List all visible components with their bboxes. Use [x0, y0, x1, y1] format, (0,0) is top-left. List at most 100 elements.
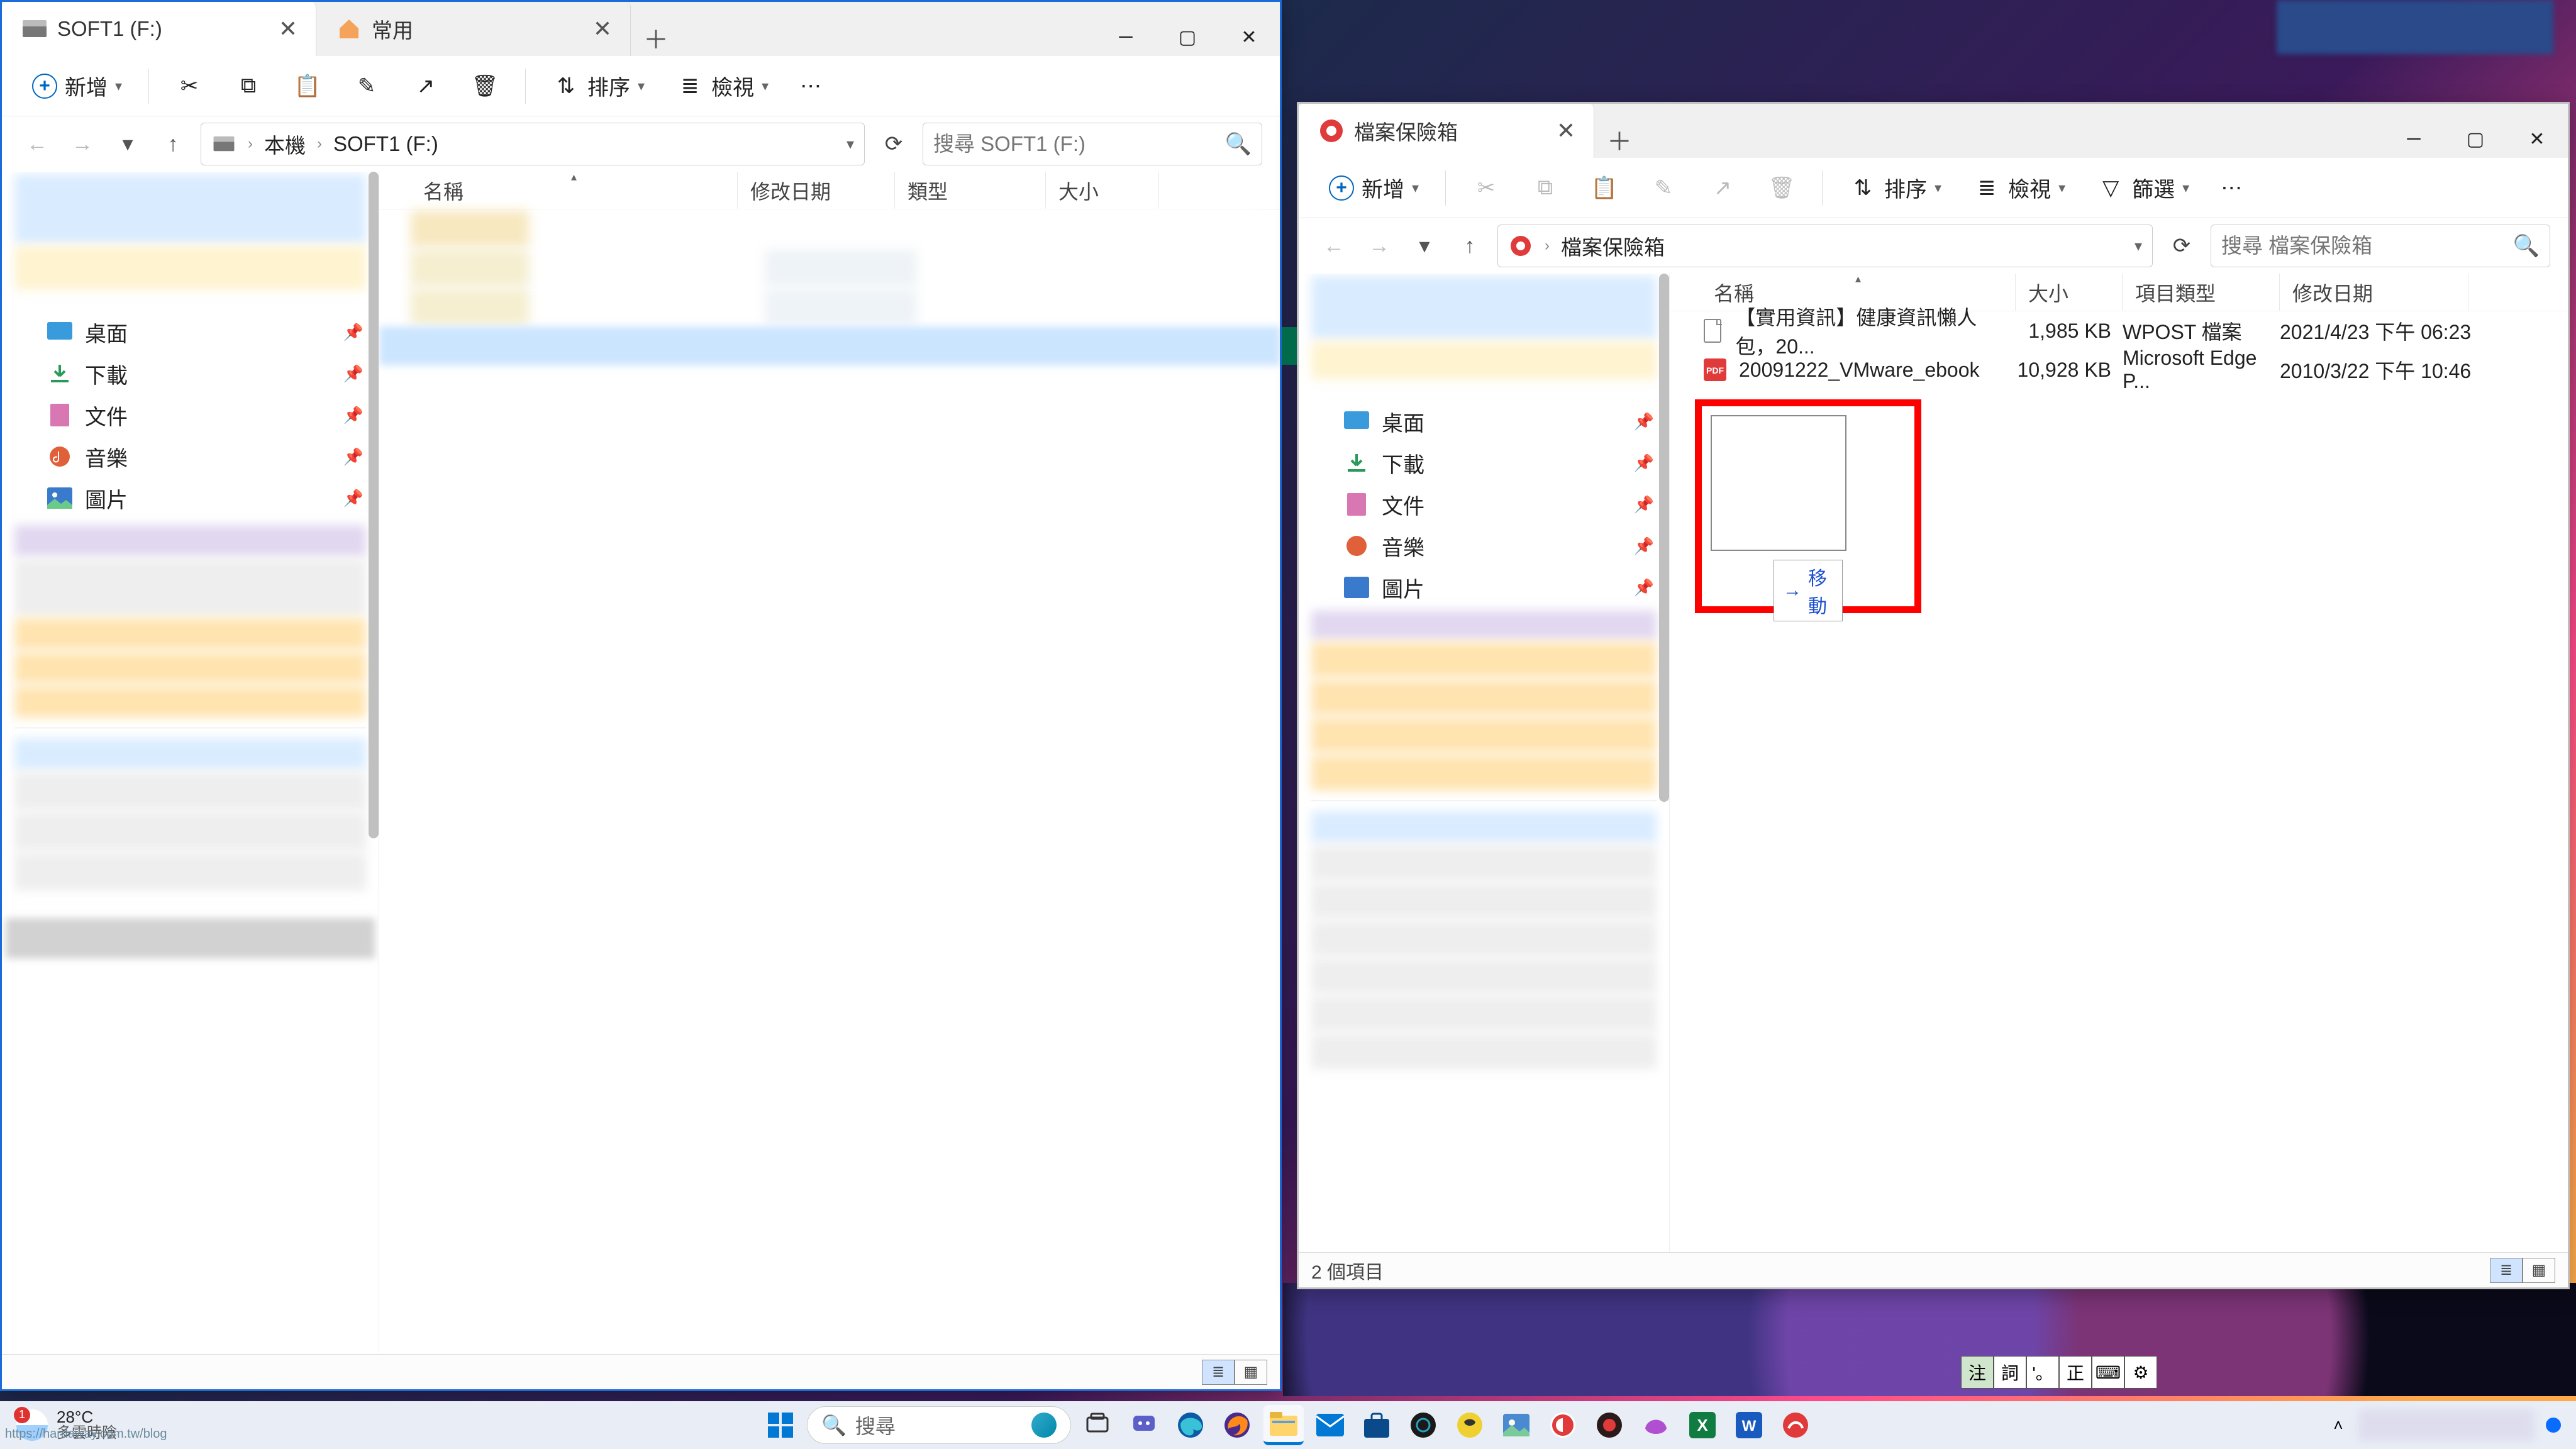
app-photos[interactable] [1496, 1405, 1536, 1445]
taskbar[interactable]: 28°C 多雲時陰 https://hardaway.com.tw/blog 🔍… [0, 1401, 2576, 1449]
system-tray[interactable]: ˄ [2322, 1409, 2576, 1441]
new-button[interactable]: + 新增 ▾ [19, 64, 135, 108]
breadcrumb-root[interactable]: 檔案保險箱 [1561, 231, 1665, 261]
file-row-blurred[interactable] [411, 289, 1255, 325]
col-type[interactable]: 類型 [895, 172, 1046, 209]
forward-button[interactable]: → [65, 126, 100, 162]
tray-overflow-button[interactable]: ˄ [2322, 1409, 2355, 1441]
app-generic-5[interactable] [1636, 1405, 1676, 1445]
nav-documents[interactable]: 文件 📌 [2, 394, 379, 436]
paste-button[interactable]: 📋 [281, 66, 334, 106]
more-button[interactable]: ⋯ [2208, 169, 2255, 207]
file-list[interactable]: 名稱▴ 修改日期 類型 大小 [379, 172, 1280, 1354]
nav-documents[interactable]: 文件 📌 [1299, 484, 1669, 525]
forward-button[interactable]: → [1362, 228, 1397, 264]
col-size[interactable]: 大小 [1046, 172, 1159, 209]
file-list[interactable]: 名稱▴ 大小 項目類型 修改日期 【實用資訊】健康資訊懶人包，20... 1,9… [1670, 274, 2568, 1252]
pin-icon[interactable]: 📌 [1634, 453, 1654, 473]
copy-button[interactable]: ⧉ [1519, 168, 1572, 208]
address-bar[interactable]: › 檔案保險箱 ▾ [1497, 225, 2153, 267]
navigation-pane[interactable]: 桌面 📌 下載 📌 文件 📌 音樂 📌 圖片 📌 [2, 172, 379, 1354]
nav-pictures[interactable]: 圖片 📌 [1299, 567, 1669, 608]
tab-soft1[interactable]: SOFT1 (F:) ✕ [2, 2, 316, 56]
minimize-button[interactable]: ─ [2383, 120, 2445, 158]
tray-notification-dot[interactable] [2546, 1418, 2561, 1433]
file-row-blurred[interactable] [411, 211, 1255, 247]
filter-button[interactable]: ▽ 篩選 ▾ [2084, 166, 2202, 209]
col-name[interactable]: 名稱▴ [1701, 274, 2016, 311]
maximize-button[interactable]: ▢ [2445, 120, 2506, 158]
share-button[interactable]: ↗ [399, 66, 452, 106]
ime-keyboard-button[interactable]: ⌨ [2092, 1356, 2124, 1389]
file-row-blurred[interactable] [411, 250, 1255, 286]
sort-button[interactable]: ⇅ 排序 ▾ [540, 64, 657, 108]
pin-icon[interactable]: 📌 [343, 406, 364, 425]
close-icon[interactable]: ✕ [275, 16, 301, 42]
nav-pictures[interactable]: 圖片 📌 [2, 477, 379, 519]
ime-toolbar[interactable]: 注 詞 '。 正 ⌨ ⚙ [1961, 1356, 2157, 1389]
pin-icon[interactable]: 📌 [343, 447, 364, 467]
col-itemtype[interactable]: 項目類型 [2123, 274, 2280, 311]
new-button[interactable]: + 新增 ▾ [1316, 166, 1431, 209]
app-word[interactable]: W [1729, 1405, 1769, 1445]
delete-button[interactable]: 🗑 [458, 66, 511, 106]
view-icons-button[interactable]: ▦ [2523, 1258, 2555, 1283]
rename-button[interactable]: ✎ [1637, 168, 1690, 208]
pin-icon[interactable]: 📌 [1634, 495, 1654, 514]
col-date[interactable]: 修改日期 [2280, 274, 2468, 311]
up-button[interactable]: ↑ [1452, 228, 1487, 264]
breadcrumb-root[interactable]: 本機 [264, 129, 306, 159]
minimize-button[interactable]: ─ [1095, 18, 1157, 56]
refresh-button[interactable]: ⟳ [875, 125, 913, 163]
app-edge[interactable] [1170, 1405, 1211, 1445]
explorer-window-2[interactable]: 檔案保險箱 ✕ ＋ ─ ▢ ✕ + 新增 ▾ ✂ ⧉ 📋 ✎ ↗ 🗑 ⇅ 排序 … [1297, 102, 2570, 1289]
copy-button[interactable]: ⧉ [222, 66, 275, 106]
share-button[interactable]: ↗ [1696, 168, 1749, 208]
ime-settings-button[interactable]: ⚙ [2124, 1356, 2157, 1389]
pin-icon[interactable]: 📌 [1634, 536, 1654, 556]
delete-button[interactable]: 🗑 [1755, 168, 1808, 208]
up-button[interactable]: ↑ [155, 126, 191, 162]
nav-desktop[interactable]: 桌面 📌 [1299, 401, 1669, 442]
pin-icon[interactable]: 📌 [1634, 412, 1654, 431]
pin-icon[interactable]: 📌 [1634, 578, 1654, 597]
nav-music[interactable]: 音樂 📌 [2, 436, 379, 477]
search-box[interactable]: 🔍 [923, 123, 1262, 165]
explorer-window-1[interactable]: SOFT1 (F:) ✕ 常用 ✕ ＋ ─ ▢ ✕ + 新增 ▾ ✂ ⧉ 📋 ✎… [0, 0, 1282, 1391]
app-excel[interactable]: X [1682, 1405, 1723, 1445]
nav-music[interactable]: 音樂 📌 [1299, 525, 1669, 567]
more-button[interactable]: ⋯ [787, 67, 834, 105]
nav-downloads[interactable]: 下載 📌 [2, 353, 379, 394]
col-size[interactable]: 大小 [2016, 274, 2123, 311]
app-mail[interactable] [1310, 1405, 1350, 1445]
nav-desktop[interactable]: 桌面 📌 [2, 311, 379, 353]
pin-icon[interactable]: 📌 [343, 364, 364, 384]
sort-button[interactable]: ⇅ 排序 ▾ [1836, 166, 1954, 209]
taskview-button[interactable] [1077, 1405, 1118, 1445]
ime-btn[interactable]: 正 [2059, 1356, 2092, 1389]
rename-button[interactable]: ✎ [340, 66, 393, 106]
column-headers[interactable]: 名稱▴ 修改日期 類型 大小 [379, 172, 1280, 209]
col-date[interactable]: 修改日期 [738, 172, 895, 209]
file-row-selected[interactable] [379, 326, 1280, 365]
navigation-pane[interactable]: 桌面 📌 下載 📌 文件 📌 音樂 📌 圖片 📌 [1299, 274, 1670, 1252]
close-icon[interactable]: ✕ [590, 16, 615, 42]
chat-button[interactable] [1124, 1405, 1164, 1445]
app-trend[interactable] [1775, 1405, 1816, 1445]
close-icon[interactable]: ✕ [1553, 118, 1579, 144]
view-details-button[interactable]: ≣ [1202, 1360, 1235, 1385]
view-button[interactable]: ≣ 檢視 ▾ [663, 64, 781, 108]
recent-locations-button[interactable]: ▾ [110, 126, 145, 162]
file-row[interactable]: PDF20091222_VMware_ebook 10,928 KB Micro… [1670, 350, 2568, 389]
search-box[interactable]: 🔍 [2211, 225, 2550, 267]
app-generic-2[interactable] [1450, 1405, 1490, 1445]
refresh-button[interactable]: ⟳ [2163, 227, 2201, 265]
taskbar-search[interactable]: 🔍 搜尋 [807, 1406, 1071, 1444]
ime-btn[interactable]: '。 [2026, 1356, 2059, 1389]
app-generic-3[interactable] [1543, 1405, 1583, 1445]
maximize-button[interactable]: ▢ [1157, 18, 1218, 56]
tray-icons-blurred[interactable] [2358, 1409, 2534, 1441]
search-input[interactable] [933, 132, 1225, 156]
tab-vault[interactable]: 檔案保險箱 ✕ [1299, 104, 1594, 158]
col-name[interactable]: 名稱▴ [411, 172, 738, 209]
